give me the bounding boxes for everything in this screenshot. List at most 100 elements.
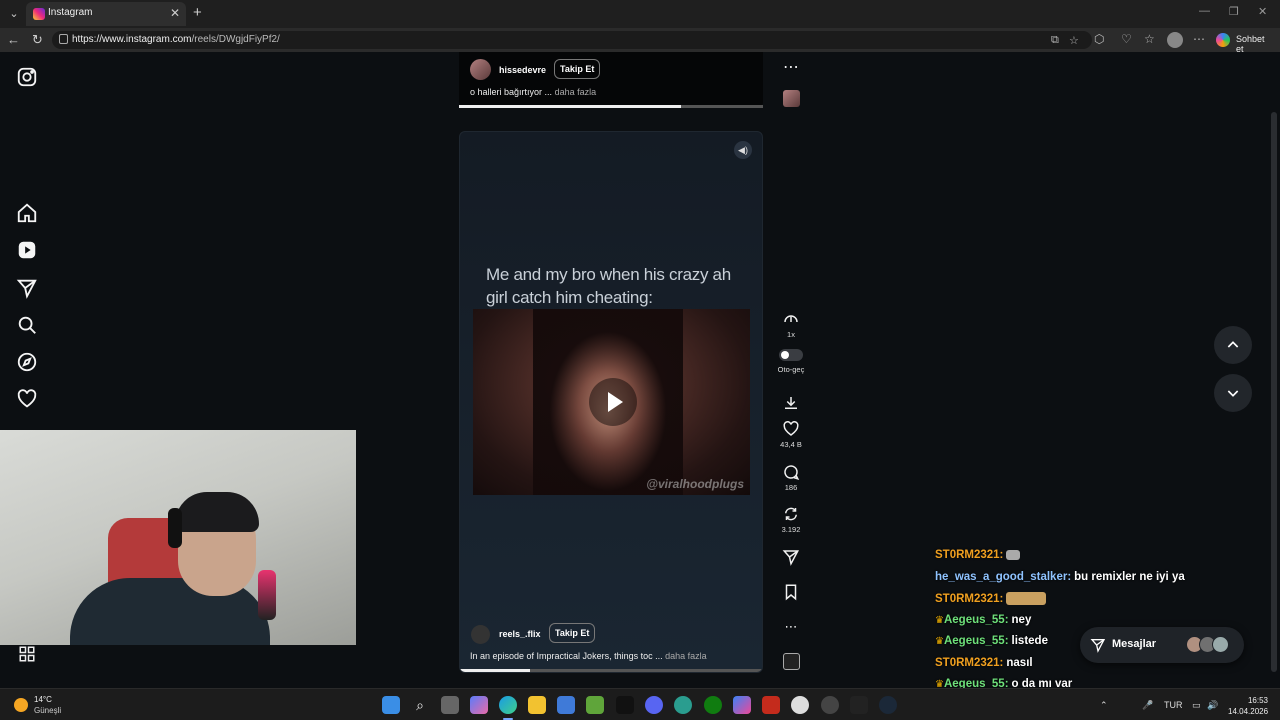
app-icon[interactable] <box>791 696 809 714</box>
microsoft-365-icon[interactable] <box>733 696 751 714</box>
new-tab-button[interactable]: + <box>193 4 202 21</box>
favorites-icon[interactable]: ☆ <box>1144 32 1155 46</box>
url-text[interactable]: https://www.instagram.com/reels/DWgjdFiy… <box>72 34 280 45</box>
edge-browser-icon[interactable] <box>499 696 517 714</box>
file-explorer-icon[interactable] <box>528 696 546 714</box>
chat-message: ST0RM2321: <box>935 549 1275 571</box>
address-bar[interactable]: https://www.instagram.com/reels/DWgjdFiy… <box>52 31 1092 49</box>
close-window-button[interactable]: ✕ <box>1258 5 1267 18</box>
copilot-chat-button[interactable]: Sohbet et <box>1212 30 1274 54</box>
voice-meeter-icon[interactable] <box>762 696 780 714</box>
prev-reel-more-icon[interactable]: ⋯ <box>777 57 805 77</box>
more-apps-icon[interactable] <box>18 645 36 663</box>
autoscroll-switch[interactable] <box>779 349 803 361</box>
reel-author-avatar[interactable] <box>471 625 490 644</box>
home-icon[interactable] <box>16 202 38 224</box>
xbox-icon[interactable] <box>704 696 722 714</box>
minecraft-icon[interactable] <box>586 696 604 714</box>
prev-reel-follow-button[interactable]: Takip Et <box>554 59 601 79</box>
profile-avatar[interactable] <box>1167 32 1183 48</box>
search-icon[interactable] <box>16 314 38 336</box>
comment-button[interactable]: 186 <box>777 463 805 492</box>
download-button[interactable] <box>777 394 805 412</box>
chat-username: ST0RM2321: <box>935 549 1004 561</box>
browser-tab-bar: ⌄ Instagram ✕ + — ❐ ✕ <box>0 0 1280 28</box>
network-icon[interactable]: ▭ <box>1192 700 1201 711</box>
prev-reel-progress <box>459 105 763 108</box>
reel-more-options-icon[interactable]: ⋯ <box>777 619 805 635</box>
tab-close-icon[interactable]: ✕ <box>170 6 180 20</box>
chat-username: Aegeus_55: <box>943 635 1009 647</box>
current-reel[interactable]: ◀) Me and my bro when his crazy ah girl … <box>459 131 763 673</box>
subscriber-crown-icon: ♛ <box>935 636 944 647</box>
prev-reel-audio-thumbnail[interactable] <box>783 90 800 107</box>
previous-reel-button[interactable] <box>1214 326 1252 364</box>
copilot-app-icon[interactable] <box>470 696 488 714</box>
reel-follow-button[interactable]: Takip Et <box>549 623 596 643</box>
notifications-heart-icon[interactable] <box>16 388 38 410</box>
tab-actions-menu-button[interactable]: ⌄ <box>4 4 24 24</box>
extensions-icon[interactable]: ⬡ <box>1094 32 1104 46</box>
chat-emote <box>1006 592 1047 605</box>
site-info-icon[interactable] <box>59 34 68 44</box>
like-button[interactable]: 43,4 B <box>777 420 805 449</box>
back-button[interactable]: ← <box>7 32 20 47</box>
reload-button[interactable]: ↻ <box>32 32 43 48</box>
obs-studio-icon[interactable] <box>821 696 839 714</box>
taskbar-search-icon[interactable]: ⌕ <box>411 696 429 714</box>
prev-reel-username[interactable]: hissedevre <box>499 65 546 75</box>
weather-sun-icon[interactable] <box>14 698 28 712</box>
chat-emote <box>1006 549 1021 560</box>
input-language[interactable]: TUR <box>1164 700 1183 710</box>
repost-button[interactable]: 3.192 <box>777 505 805 534</box>
discord-icon[interactable] <box>645 696 663 714</box>
microsoft-store-icon[interactable] <box>557 696 575 714</box>
weather-description[interactable]: Güneşli <box>34 706 61 715</box>
chat-text: listede <box>1011 635 1048 647</box>
explore-compass-icon[interactable] <box>16 351 38 373</box>
chat-username: ST0RM2321: <box>935 656 1004 669</box>
reel-audio-thumbnail[interactable] <box>783 653 800 670</box>
capcut-icon[interactable] <box>616 696 634 714</box>
play-icon[interactable] <box>589 378 637 426</box>
open-in-app-icon[interactable]: ⧉ <box>1051 34 1059 47</box>
reel-progress[interactable] <box>460 669 762 672</box>
browser-app-icon[interactable] <box>674 696 692 714</box>
chat-message: he_was_a_good_stalker: bu remixler ne iyi… <box>935 571 1275 593</box>
volume-icon[interactable]: 🔊 <box>1207 700 1218 711</box>
reel-author-username[interactable]: reels_.flix <box>499 629 541 639</box>
system-clock[interactable]: 16:53 14.04.2026 <box>1228 695 1268 717</box>
messages-button[interactable]: Mesajlar <box>1080 627 1244 663</box>
direct-messages-icon[interactable] <box>16 277 38 299</box>
minimize-button[interactable]: — <box>1199 5 1210 17</box>
next-reel-button[interactable] <box>1214 374 1252 412</box>
reel-overlay-text: Me and my bro when his crazy ah girl cat… <box>486 265 731 307</box>
autoscroll-toggle[interactable]: Oto-geç <box>777 349 805 374</box>
tray-overflow-icon[interactable]: ⌃ <box>1100 700 1108 711</box>
instagram-logo-icon[interactable] <box>16 66 38 88</box>
steam-icon[interactable] <box>879 696 897 714</box>
maximize-button[interactable]: ❐ <box>1229 5 1239 18</box>
epic-games-icon[interactable] <box>850 696 868 714</box>
chevron-up-icon <box>1227 341 1239 348</box>
reel-caption[interactable]: In an episode of Impractical Jokers, thi… <box>470 651 707 661</box>
browser-tab-instagram[interactable]: Instagram ✕ <box>26 2 186 26</box>
share-button[interactable] <box>777 548 805 566</box>
task-view-icon[interactable] <box>441 696 459 714</box>
chat-username: ST0RM2321: <box>935 592 1004 605</box>
prev-reel-avatar[interactable] <box>470 59 491 80</box>
more-menu-icon[interactable]: ⋯ <box>1193 32 1205 46</box>
reels-icon[interactable] <box>16 239 38 261</box>
reel-video-frame[interactable]: @viralhoodplugs <box>473 309 750 495</box>
mute-toggle-icon[interactable]: ◀) <box>734 141 752 159</box>
start-menu-icon[interactable] <box>382 696 400 714</box>
repost-count: 3.192 <box>781 525 801 534</box>
weather-temperature[interactable]: 14°C <box>34 695 52 704</box>
favorite-star-icon[interactable]: ☆ <box>1069 34 1079 47</box>
previous-reel[interactable]: hissedevre Takip Et o halleri bağırtıyor… <box>459 52 763 108</box>
microphone-icon[interactable]: 🎤 <box>1142 700 1153 711</box>
playback-speed-button[interactable]: 1x <box>777 310 805 339</box>
browser-essentials-icon[interactable]: ♡ <box>1121 32 1132 46</box>
prev-reel-caption[interactable]: o halleri bağırtıyor ... daha fazla <box>470 87 596 97</box>
save-button[interactable] <box>777 583 805 601</box>
